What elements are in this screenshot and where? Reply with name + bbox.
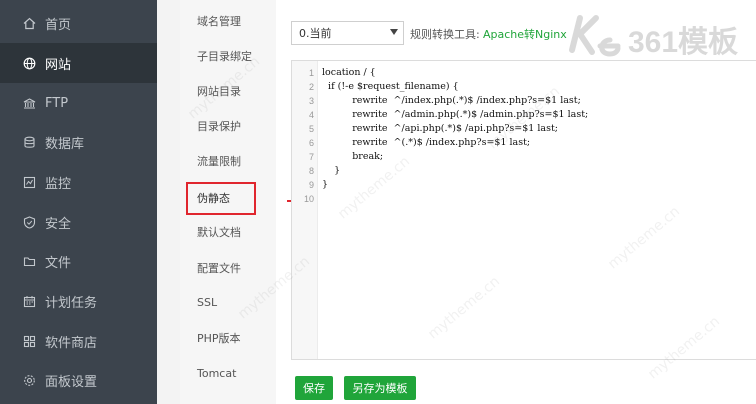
rule-converter-label: 规则转换工具: xyxy=(410,28,480,41)
menu-item-site-directory[interactable]: 网站目录 xyxy=(180,73,276,108)
nav-item-label: 文件 xyxy=(45,255,72,271)
chevron-down-icon xyxy=(390,29,398,35)
nav-item-label: 软件商店 xyxy=(45,335,98,351)
nav-item-label: 监控 xyxy=(45,176,72,192)
home-icon xyxy=(22,16,36,30)
code-line: rewrite ^/api.php(.*)$ /api.php?s=$1 las… xyxy=(322,123,558,134)
nav-item-label: 面板设置 xyxy=(45,374,98,390)
folder-icon xyxy=(22,254,36,268)
menu-item-default-document[interactable]: 默认文档 xyxy=(180,214,276,249)
code-line: rewrite ^/admin.php(.*)$ /admin.php?s=$1… xyxy=(322,109,589,120)
nav-item-label: 首页 xyxy=(45,17,72,33)
line-number: 4 xyxy=(308,110,314,120)
nav-item-label: 网站 xyxy=(45,57,72,73)
menu-item-domains[interactable]: 域名管理 xyxy=(180,3,276,38)
line-number: 9 xyxy=(308,180,314,190)
grid-icon xyxy=(22,334,36,348)
code-line: break; xyxy=(322,151,384,162)
code-line: location / { xyxy=(322,67,376,78)
nav-item-label: FTP xyxy=(45,95,69,111)
rewrite-template-value: 0.当前 xyxy=(299,27,332,40)
menu-item-directory-protection[interactable]: 目录保护 xyxy=(180,108,276,143)
nav-item-label: 计划任务 xyxy=(45,295,98,311)
line-number: 5 xyxy=(308,124,314,134)
logo-text: 361模板 xyxy=(628,26,738,59)
nav-item-monitor[interactable]: 监控 xyxy=(0,162,157,202)
nav-item-security[interactable]: 安全 xyxy=(0,202,157,242)
nav-item-label: 数据库 xyxy=(45,136,85,152)
save-button[interactable]: 保存 xyxy=(295,376,333,400)
nav-item-cron[interactable]: 计划任务 xyxy=(0,281,157,321)
rewrite-rules-editor[interactable]: 1 2 3 4 5 6 7 8 9 10 location / { if (!-… xyxy=(291,60,756,360)
database-icon xyxy=(22,135,36,149)
code-line: } xyxy=(322,179,329,190)
nav-item-app-store[interactable]: 软件商店 xyxy=(0,321,157,361)
monitor-icon xyxy=(22,175,36,189)
save-as-template-button[interactable]: 另存为模板 xyxy=(344,376,416,400)
code-line: rewrite ^(.*)$ /index.php?s=$1 last; xyxy=(322,137,531,148)
site-logo-watermark: 361模板 xyxy=(569,15,738,59)
sidebar-divider xyxy=(157,0,180,404)
nav-item-home[interactable]: 首页 xyxy=(0,3,157,43)
settings-icon xyxy=(22,373,36,387)
nav-item-files[interactable]: 文件 xyxy=(0,241,157,281)
code-line: rewrite ^/index.php(.*)$ /index.php?s=$1… xyxy=(322,95,581,106)
nav-item-panel-settings[interactable]: 面板设置 xyxy=(0,360,157,400)
line-number: 1 xyxy=(308,68,314,78)
code-line: } xyxy=(322,165,341,176)
nav-item-label: 安全 xyxy=(45,216,72,232)
menu-item-tomcat[interactable]: Tomcat xyxy=(180,356,276,391)
menu-item-php-version[interactable]: PHP版本 xyxy=(180,320,276,355)
menu-item-config-file[interactable]: 配置文件 xyxy=(180,250,276,285)
nav-item-website[interactable]: 网站 xyxy=(0,43,157,83)
calendar-icon xyxy=(22,294,36,308)
line-number: 7 xyxy=(308,152,314,162)
globe-icon xyxy=(22,56,36,70)
line-number: 6 xyxy=(308,138,314,148)
line-number: 2 xyxy=(308,82,314,92)
active-menu-highlight xyxy=(186,182,256,215)
menu-item-subdirectory[interactable]: 子目录绑定 xyxy=(180,38,276,73)
menu-item-traffic-limit[interactable]: 流量限制 xyxy=(180,143,276,178)
code-line: if (!-e $request_filename) { xyxy=(322,81,459,92)
line-number: 10 xyxy=(303,194,314,204)
nav-item-ftp[interactable]: FTP xyxy=(0,83,157,123)
apache-to-nginx-link[interactable]: Apache转Nginx xyxy=(483,26,567,42)
ftp-icon xyxy=(22,96,36,110)
main-sidebar: 首页 网站 FTP 数据库 监控 安全 文件 计划任务 软件商店 面板设置 xyxy=(0,0,157,404)
rewrite-template-select[interactable]: 0.当前 xyxy=(291,21,404,45)
shield-icon xyxy=(22,215,36,229)
nav-item-database[interactable]: 数据库 xyxy=(0,122,157,162)
line-number: 3 xyxy=(308,96,314,106)
line-number: 8 xyxy=(308,166,314,176)
menu-item-ssl[interactable]: SSL xyxy=(180,285,276,320)
